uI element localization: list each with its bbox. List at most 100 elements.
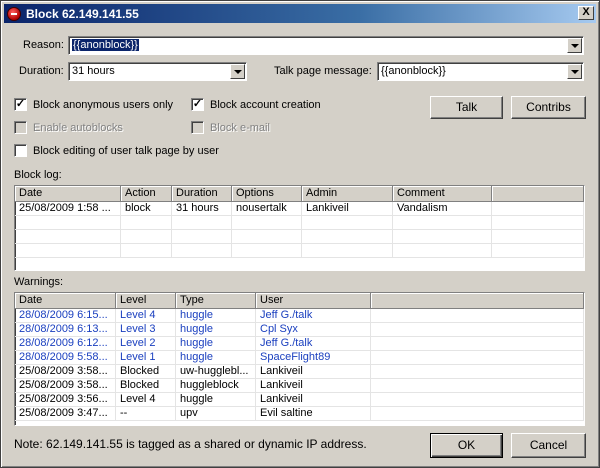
table-row[interactable]: 25/08/2009 3:58... Blocked uw-hugglebl... L… bbox=[15, 365, 584, 379]
cell-date: 25/08/2009 3:58... bbox=[15, 365, 116, 378]
table-row[interactable]: 25/08/2009 1:58 ... block 31 hours nouse… bbox=[15, 202, 584, 216]
table-row[interactable]: 28/08/2009 6:12... Level 2 huggle Jeff G./t… bbox=[15, 337, 584, 351]
column-header[interactable]: Type bbox=[176, 293, 256, 309]
cell-user: Evil saltine bbox=[256, 407, 371, 420]
column-header[interactable]: Level bbox=[116, 293, 176, 309]
block-log-label: Block log: bbox=[14, 169, 62, 181]
reason-value: {{anonblock}} bbox=[72, 39, 139, 51]
chevron-down-icon[interactable] bbox=[567, 64, 582, 79]
cell-user: Lankiveil bbox=[256, 365, 371, 378]
cell-date: 28/08/2009 6:15... bbox=[15, 309, 116, 322]
cell-filler bbox=[492, 202, 584, 215]
cell-filler bbox=[371, 309, 584, 322]
account-creation-checkbox[interactable]: ✓ Block account creation bbox=[191, 98, 321, 111]
cell-filler bbox=[371, 337, 584, 350]
cell-date: 25/08/2009 3:56... bbox=[15, 393, 116, 406]
cell-date: 25/08/2009 1:58 ... bbox=[15, 202, 121, 215]
cell-user: SpaceFlight89 bbox=[256, 351, 371, 364]
account-creation-label: Block account creation bbox=[210, 98, 321, 111]
column-header[interactable]: Options bbox=[232, 186, 302, 202]
anon-only-checkbox[interactable]: ✓ Block anonymous users only bbox=[14, 98, 173, 111]
cell-admin: Lankiveil bbox=[302, 202, 393, 215]
duration-combobox[interactable]: 31 hours bbox=[68, 62, 247, 81]
cell-user: Jeff G./talk bbox=[256, 309, 371, 322]
talk-message-label: Talk page message: bbox=[274, 65, 372, 77]
duration-label: Duration: bbox=[19, 65, 64, 77]
ok-button[interactable]: OK bbox=[430, 433, 503, 458]
column-header[interactable]: Date bbox=[15, 293, 116, 309]
reason-combobox[interactable]: {{anonblock}} bbox=[68, 36, 584, 55]
column-header-filler bbox=[371, 293, 584, 309]
cell-date: 28/08/2009 6:12... bbox=[15, 337, 116, 350]
cancel-button[interactable]: Cancel bbox=[511, 433, 586, 458]
talk-edit-checkbox[interactable]: Block editing of user talk page by user bbox=[14, 144, 219, 157]
talk-button[interactable]: Talk bbox=[430, 96, 503, 119]
cell-filler bbox=[371, 351, 584, 364]
cell-filler bbox=[371, 323, 584, 336]
cell-type: upv bbox=[176, 407, 256, 420]
reason-label: Reason: bbox=[23, 39, 64, 51]
cell-level: Level 1 bbox=[116, 351, 176, 364]
checkmark-icon[interactable]: ✓ bbox=[14, 98, 27, 111]
cell-level: Level 4 bbox=[116, 309, 176, 322]
cell-duration: 31 hours bbox=[172, 202, 232, 215]
cell-action: block bbox=[121, 202, 172, 215]
cell-filler bbox=[371, 407, 584, 420]
table-row[interactable]: 28/08/2009 6:13... Level 3 huggle Cpl Syx bbox=[15, 323, 584, 337]
cell-type: huggle bbox=[176, 393, 256, 406]
empty-row bbox=[15, 216, 584, 230]
window-title: Block 62.149.141.55 bbox=[26, 6, 139, 21]
cell-type: huggle bbox=[176, 351, 256, 364]
warnings-table[interactable]: Date Level Type User 28/08/2009 6:15... L… bbox=[14, 292, 585, 426]
column-header-filler bbox=[492, 186, 584, 202]
cell-date: 25/08/2009 3:58... bbox=[15, 379, 116, 392]
cell-date: 28/08/2009 5:58... bbox=[15, 351, 116, 364]
talk-message-combobox[interactable]: {{anonblock}} bbox=[377, 62, 584, 81]
cell-user: Lankiveil bbox=[256, 393, 371, 406]
email-checkbox: Block e-mail bbox=[191, 121, 270, 134]
autoblocks-checkbox: Enable autoblocks bbox=[14, 121, 123, 134]
cell-type: huggle bbox=[176, 309, 256, 322]
warnings-rows: 28/08/2009 6:15... Level 4 huggle Jeff G./t… bbox=[15, 309, 584, 421]
cell-options: nousertalk bbox=[232, 202, 302, 215]
column-header[interactable]: Action bbox=[121, 186, 172, 202]
cell-comment: Vandalism bbox=[393, 202, 492, 215]
table-row[interactable]: 25/08/2009 3:58... Blocked huggleblock Lank… bbox=[15, 379, 584, 393]
column-header[interactable]: Date bbox=[15, 186, 121, 202]
table-row[interactable]: 25/08/2009 3:56... Level 4 huggle Lankiveil bbox=[15, 393, 584, 407]
cell-type: huggle bbox=[176, 337, 256, 350]
cell-date: 28/08/2009 6:13... bbox=[15, 323, 116, 336]
chevron-down-icon[interactable] bbox=[567, 38, 582, 53]
warnings-header: Date Level Type User bbox=[15, 293, 584, 309]
empty-row bbox=[15, 230, 584, 244]
column-header[interactable]: Comment bbox=[393, 186, 492, 202]
contribs-button[interactable]: Contribs bbox=[511, 96, 586, 119]
talk-message-value: {{anonblock}} bbox=[381, 65, 446, 77]
checkbox-box bbox=[14, 121, 27, 134]
duration-value: 31 hours bbox=[72, 65, 115, 77]
table-row[interactable]: 28/08/2009 5:58... Level 1 huggle SpaceFlig… bbox=[15, 351, 584, 365]
column-header[interactable]: User bbox=[256, 293, 371, 309]
close-button[interactable]: X bbox=[578, 6, 594, 20]
checkbox-box[interactable] bbox=[14, 144, 27, 157]
table-row[interactable]: 28/08/2009 6:15... Level 4 huggle Jeff G./t… bbox=[15, 309, 584, 323]
title-bar[interactable]: Block 62.149.141.55 X bbox=[4, 4, 596, 23]
cell-level: Level 4 bbox=[116, 393, 176, 406]
cell-type: uw-hugglebl... bbox=[176, 365, 256, 378]
column-header[interactable]: Admin bbox=[302, 186, 393, 202]
cell-filler bbox=[371, 379, 584, 392]
column-header[interactable]: Duration bbox=[172, 186, 232, 202]
email-label: Block e-mail bbox=[210, 121, 270, 134]
block-log-table[interactable]: Date Action Duration Options Admin Comme… bbox=[14, 185, 585, 271]
cell-filler bbox=[371, 393, 584, 406]
checkmark-icon[interactable]: ✓ bbox=[191, 98, 204, 111]
cell-date: 25/08/2009 3:47... bbox=[15, 407, 116, 420]
warnings-label: Warnings: bbox=[14, 276, 64, 288]
chevron-down-icon[interactable] bbox=[230, 64, 245, 79]
cell-user: Lankiveil bbox=[256, 379, 371, 392]
table-row[interactable]: 25/08/2009 3:47... -- upv Evil saltine bbox=[15, 407, 584, 421]
cell-level: -- bbox=[116, 407, 176, 420]
cell-level: Level 3 bbox=[116, 323, 176, 336]
cell-filler bbox=[371, 365, 584, 378]
anon-only-label: Block anonymous users only bbox=[33, 98, 174, 111]
